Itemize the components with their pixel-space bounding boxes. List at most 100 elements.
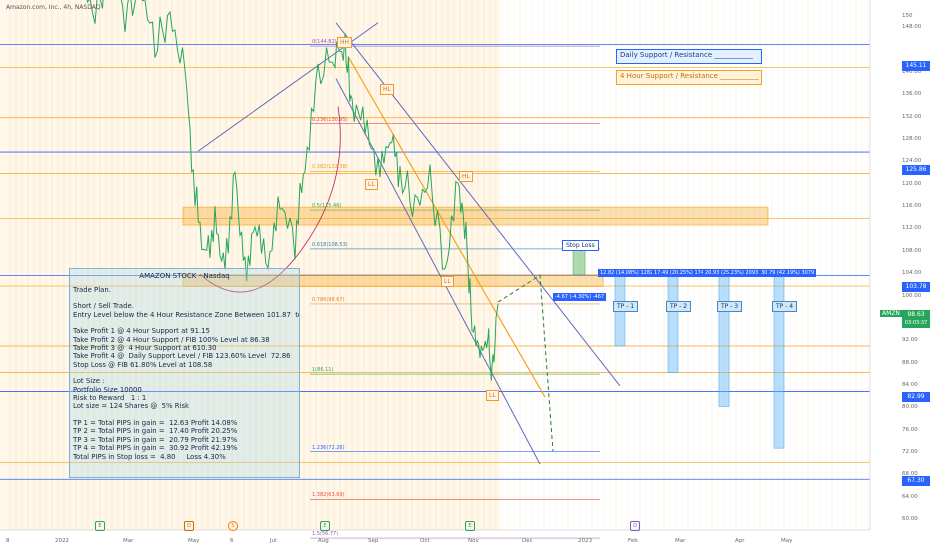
trade-plan-line: Lot Size : [73,377,105,386]
y-tick-label: 112.00 [902,225,922,232]
trade-plan-line: Portfolio Size 10000 [73,385,142,394]
y-tick-label: 136.00 [902,91,922,98]
tag-hl-1: HL [380,84,394,95]
badge-125-86: 125.86 [902,165,930,175]
trade-plan-line: TP 2 = Total PIPS in gain = 17.40 Profit… [73,427,238,436]
y-tick-label: 76.00 [902,426,918,433]
x-tick-label: Oct [420,538,430,544]
badge-145-11: 145.11 [902,61,930,71]
y-tick-label: 60.00 [902,516,918,522]
badge-67-30: 67.30 [902,476,930,486]
trade-plan-line: Risk to Reward 1 : 1 [73,394,147,403]
trade-plan-line [73,411,296,419]
stop-stat: -4.67 (-4.30%) -467 [553,293,607,301]
tag-hl-2: HL [459,171,473,182]
legend-four-hour: 4 Hour Support / Resistance ___________ [616,70,762,85]
fib-label: 0(144.82) [312,39,337,46]
trade-plan-line: Total PIPS in Stop loss = 4.80 Loss 4.30… [73,452,226,461]
fib-label: 1.382(63.69) [312,492,345,499]
earnings-marker-3[interactable]: E [465,521,475,531]
tp-3-box [718,271,730,407]
tag-ll-2: LL [441,276,454,287]
x-tick-label: Sep [368,538,379,544]
y-tick-label: 120.00 [902,180,922,187]
tp2-stat: 17.49 (20.25%) 1749 [652,269,710,277]
x-tick-label: 2023 [578,538,592,544]
trade-plan-line: TP 3 = Total PIPS in gain = 20.79 Profit… [73,435,238,444]
y-tick-label: 132.00 [902,113,922,120]
fib-label: 1(86.11) [312,367,334,374]
split-marker[interactable]: S [228,521,238,531]
trade-plan-title: AMAZON STOCK - Nasdaq [139,272,230,280]
y-tick-label: 64.00 [902,493,918,500]
x-tick-label: Mar [675,538,686,544]
tp1-label: TP - 1 [613,301,639,312]
trade-plan-line: Take Profit 2 @ 4 Hour Support / FIB 100… [73,335,270,344]
y-tick-label: 116.00 [902,203,922,210]
fib-label: 1.236(72.26) [312,444,345,451]
tp2-label: TP - 2 [666,301,692,312]
trade-plan-line: Lot size = 124 Shares @ 5% Risk [73,402,190,411]
stop-loss-label: Stop Loss [562,240,599,251]
resistance-zone-4h-upper [182,206,769,226]
tp1-stat: 12.82 (14.08%) 1282 [598,269,656,277]
trade-plan-line [73,319,296,327]
tag-hh: HH [337,37,353,48]
tp4-stat: 30.79 (42.19%) 3079 [759,269,817,277]
x-tick-label: Aug [318,538,329,544]
tp4-label: TP - 4 [772,301,798,312]
y-tick-label: 150 [902,13,913,20]
earnings-marker-1[interactable]: E [95,521,105,531]
trade-plan-line: Take Profit 4 @ Daily Support Level / FI… [73,352,291,361]
legend-daily: Daily Support / Resistance ___________ [616,49,762,64]
x-tick-label: Nov [468,538,479,544]
fib-label: 0.786(98.67) [312,296,345,303]
fib-label: 0.236(130.95) [312,116,348,123]
y-tick-label: 104.00 [902,270,922,277]
x-tick-label: 8 [6,538,10,544]
stop-loss-box [572,248,586,275]
y-tick-label: 108.00 [902,247,922,254]
trade-plan-line: TP 1 = Total PIPS in gain = 12.63 Profit… [73,418,238,427]
chart-stage: Amazon.com, Inc., 4h, NASDAQ Daily Suppo… [0,0,932,550]
tp3-label: TP - 3 [717,301,743,312]
y-tick-label: 72.00 [902,448,918,455]
x-tick-label: Dec [522,538,533,544]
trade-plan-line [73,369,296,377]
x-tick-label: May [188,538,200,544]
symbol-title: Amazon.com, Inc., 4h, NASDAQ [6,4,101,11]
ticker-badge: AMZN [880,310,902,317]
y-tick-label: 84.00 [902,381,918,388]
earnings-marker-2[interactable]: E [320,521,330,531]
dividend-marker-1[interactable]: D [184,521,194,531]
fib-label: 0.5(115.46) [312,203,342,210]
trade-plan-line [73,294,296,302]
x-tick-label: 6 [230,538,234,544]
y-tick-label: 80.00 [902,404,918,411]
trade-plan-line: Stop Loss @ FIB 61.80% Level at 108.58 [73,360,213,369]
trade-plan-line: Short / Sell Trade. [73,302,134,311]
x-tick-label: 2022 [55,538,69,544]
x-tick-label: Jul [270,538,277,544]
y-tick-label: 92.00 [902,337,918,344]
y-tick-label: 100.00 [902,292,922,299]
trade-plan-line: Trade Plan. [73,286,111,294]
tp3-stat: 20.93 (25.23%) 2093 [703,269,761,277]
y-tick-label: 88.00 [902,359,918,366]
trade-plan-line: Take Profit 1 @ 4 Hour Support at 91.15 [73,327,210,336]
tag-ll-1: LL [365,179,378,190]
y-tick-label: 124.00 [902,158,922,165]
dividend-marker-2[interactable]: D [630,521,640,531]
badge-103-78: 103.78 [902,282,930,292]
trade-plan-lines: Trade Plan. Short / Sell Trade. Entry Leve… [73,286,299,461]
y-tick-label: 148.00 [902,24,922,31]
x-tick-label: Mar [123,538,134,544]
trade-plan-line: TP 4 = Total PIPS in gain = 30.92 Profit… [73,444,238,453]
x-tick-label: Apr [735,538,745,544]
tag-ll-3: LL [486,390,499,401]
x-tick-label: Feb [628,538,638,544]
trade-plan-line: Take Profit 3 @ 4 Hour Support at 610.30 [73,344,217,353]
trade-plan-box: AMAZON STOCK - Nasdaq Trade Plan. Short /… [69,268,300,478]
y-tick-label: 128.00 [902,136,922,143]
tp-4-box [773,271,785,449]
